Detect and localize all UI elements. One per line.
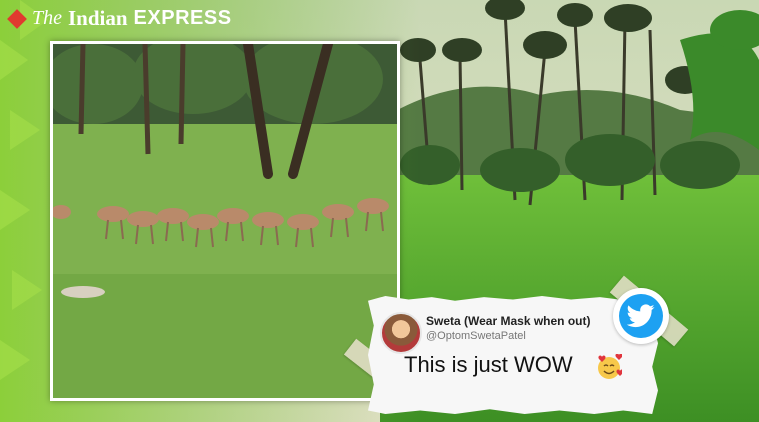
logo-word-indian: Indian bbox=[68, 6, 128, 30]
twitter-badge[interactable] bbox=[613, 288, 669, 344]
deer-herd-photo bbox=[50, 41, 400, 401]
twitter-bird-icon bbox=[627, 304, 655, 328]
tweet-handle[interactable]: @OptomSwetaPatel bbox=[426, 330, 526, 342]
tweet-text: This is just WOW bbox=[404, 352, 573, 377]
logo-diamond-icon bbox=[7, 8, 27, 29]
indian-express-logo[interactable]: The Indian EXPRESS bbox=[7, 6, 232, 31]
avatar[interactable] bbox=[380, 312, 422, 354]
smiling-face-with-hearts-icon bbox=[598, 354, 622, 379]
logo-word-the: The bbox=[32, 7, 62, 29]
logo-word-express: EXPRESS bbox=[133, 7, 232, 29]
tweet-display-name[interactable]: Sweta (Wear Mask when out) bbox=[426, 314, 590, 328]
